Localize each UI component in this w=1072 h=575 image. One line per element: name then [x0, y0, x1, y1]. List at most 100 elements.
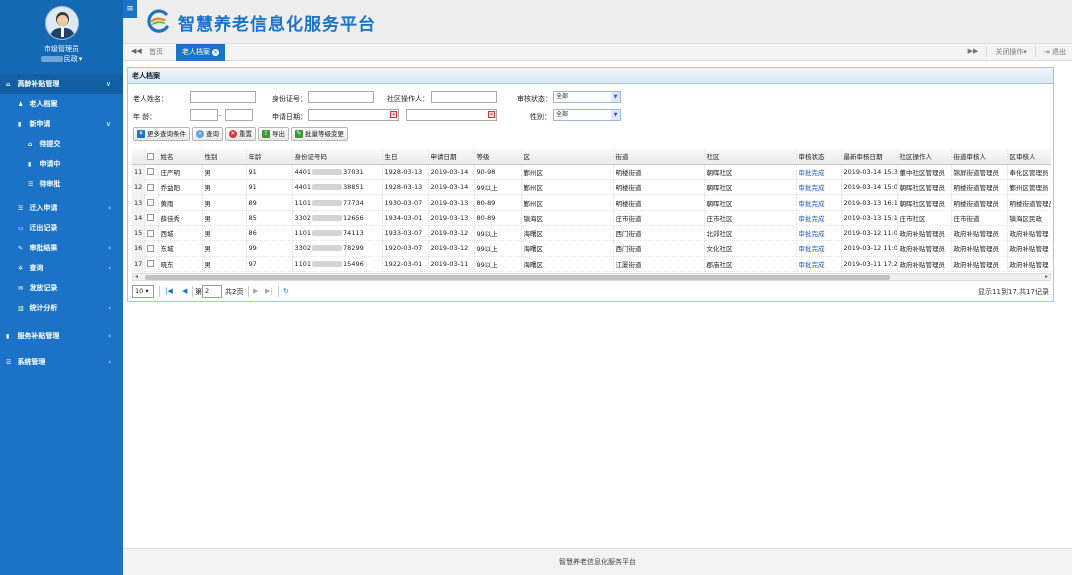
status-link[interactable]: 审批完成 [799, 245, 825, 253]
col-birthday[interactable]: 生日 [382, 149, 429, 165]
cell-status[interactable]: 审批完成 [796, 194, 842, 211]
apply-date-end-input[interactable]: ▪ [406, 109, 497, 121]
page-size-select[interactable]: 10 ▾ [132, 285, 154, 298]
table-row[interactable]: 14 薛佳秀男 85 3302 12656 1934-03-01 2019-03-13 80-… [132, 210, 1051, 226]
close-ops-dropdown[interactable]: 关闭操作▾ [995, 47, 1027, 57]
col-district-reviewer[interactable]: 区审核人 [1007, 149, 1051, 165]
apply-date-start-input[interactable]: ▪ [308, 109, 399, 121]
scroll-right-icon[interactable]: ▸ [1045, 273, 1048, 280]
row-checkbox[interactable] [146, 199, 154, 207]
table-row[interactable]: 16 东城男 99 3302 78299 1920-03-07 2019-03-12 99以上… [132, 240, 1051, 257]
col-community[interactable]: 社区 [704, 149, 797, 165]
select-all-checkbox[interactable] [146, 152, 154, 160]
col-district[interactable]: 区 [521, 149, 614, 165]
more-filters-button[interactable]: ¥ 更多查询条件 [133, 127, 190, 141]
batch-level-change-button[interactable]: ✎ 批量等级变更 [291, 127, 348, 141]
col-apply-date[interactable]: 申请日期 [428, 149, 475, 165]
cell-status[interactable]: 审批完成 [796, 256, 842, 272]
age-max-input[interactable] [225, 109, 253, 121]
cell-status[interactable]: 审批完成 [796, 225, 842, 242]
col-gender[interactable]: 性别 [202, 149, 247, 165]
close-icon[interactable]: × [212, 49, 219, 56]
status-link[interactable]: 审批完成 [799, 261, 825, 269]
cell-status[interactable]: 审批完成 [796, 240, 842, 257]
sidebar-item-pending-approval[interactable]: ☰ 待审批 [0, 174, 123, 194]
query-button[interactable]: ⌕ 查询 [192, 127, 223, 141]
gender-select[interactable]: 全部 ▼ [553, 109, 621, 121]
cell-level: 80-89 [474, 194, 522, 211]
table-row[interactable]: 11 庄严明男 91 4401 37031 1928-03-13 2019-03-14 90-… [132, 164, 1051, 181]
cell-status[interactable]: 审批完成 [796, 210, 842, 226]
sidebar-item-service-subsidy[interactable]: ▮ 服务补贴管理 ‹ [0, 326, 123, 346]
status-link[interactable]: 审批完成 [799, 215, 825, 223]
cell-status[interactable]: 审批完成 [796, 164, 842, 181]
cell-status[interactable]: 审批完成 [796, 179, 842, 196]
col-latest-review[interactable]: 最新审核日期 [841, 149, 898, 165]
sidebar-item-statistics[interactable]: ▥ 统计分析 ‹ [0, 298, 123, 318]
sidebar-item-pending-submit[interactable]: ⌂ 待提交 [0, 134, 123, 154]
scroll-left-icon[interactable]: ◂ [135, 273, 138, 280]
sidebar-item-approval-result[interactable]: ✎ 审批结果 ‹ [0, 238, 123, 258]
status-link[interactable]: 审批完成 [799, 230, 825, 238]
cell-gender: 男 [202, 194, 247, 211]
age-separator: - [219, 112, 222, 120]
calendar-icon[interactable]: ▪ [390, 111, 397, 118]
sidebar-item-query[interactable]: ✲ 查询 ‹ [0, 258, 123, 278]
export-button[interactable]: ⇪ 导出 [258, 127, 289, 141]
user-dept-dropdown[interactable]: 民政 ▾ [0, 54, 123, 64]
row-checkbox[interactable] [146, 183, 154, 191]
name-input[interactable] [190, 91, 256, 103]
status-link[interactable]: 审批完成 [799, 200, 825, 208]
next-page-icon[interactable]: ▶ [253, 287, 258, 295]
last-page-icon[interactable]: ▶| [265, 287, 273, 295]
tab-scroll-right-icon[interactable]: ▶▶ [968, 47, 979, 57]
col-street[interactable]: 街道 [613, 149, 705, 165]
row-checkbox[interactable] [146, 168, 154, 176]
sidebar-item-elderly-subsidy[interactable]: ⌂ 高龄补贴管理 ∨ [0, 74, 123, 94]
sidebar-item-system[interactable]: ☰ 系统管理 ‹ [0, 352, 123, 372]
col-age[interactable]: 年龄 [246, 149, 293, 165]
cell-street-reviewer: 锦屏街道管理员 [951, 164, 1008, 181]
calendar-icon[interactable]: ▪ [488, 111, 495, 118]
row-checkbox[interactable] [146, 244, 154, 252]
first-page-icon[interactable]: |◀ [165, 287, 173, 295]
avatar[interactable] [44, 6, 79, 40]
row-checkbox[interactable] [146, 229, 154, 237]
sidebar-item-payment-records[interactable]: ✉ 发放记录 [0, 278, 123, 298]
status-select[interactable]: 全部 ▼ [553, 91, 621, 103]
col-street-reviewer[interactable]: 街道审核人 [951, 149, 1008, 165]
reset-button[interactable]: ✕ 重置 [225, 127, 256, 141]
cell-birthday: 1920-03-07 [382, 240, 429, 257]
menu-toggle-icon[interactable]: ≡ [123, 0, 137, 18]
status-link[interactable]: 审批完成 [799, 169, 825, 177]
sidebar-item-applying[interactable]: ▮ 申请中 [0, 154, 123, 174]
tab-home[interactable]: 首页 [149, 47, 163, 57]
table-row[interactable]: 13 黄雨男 89 1101 77734 1930-03-07 2019-03-13 80-8… [132, 194, 1051, 211]
table-row[interactable]: 12 乔益阳男 91 4401 38851 1928-03-13 2019-03-14 99以… [132, 179, 1051, 196]
sidebar-item-elderly-archive[interactable]: ♟ 老人档案 [0, 94, 123, 114]
page-number-input[interactable]: 2 [202, 285, 222, 298]
age-min-input[interactable] [190, 109, 218, 121]
horizontal-scrollbar[interactable]: ◂ ▸ [132, 273, 1051, 281]
sidebar-item-move-out[interactable]: ▭ 迁出记录 [0, 218, 123, 238]
id-input[interactable] [308, 91, 374, 103]
tab-scroll-left-icon[interactable]: ◀◀ [131, 47, 142, 55]
col-community-operator[interactable]: 社区操作人 [897, 149, 952, 165]
col-name[interactable]: 姓名 [158, 149, 203, 165]
table-row[interactable]: 17 晓东男 97 1101 15496 1922-03-01 2019-03-11 99以上… [132, 256, 1051, 272]
scroll-thumb[interactable] [145, 275, 890, 280]
status-link[interactable]: 审批完成 [799, 184, 825, 192]
table-row[interactable]: 15 西城男 86 1101 74113 1933-03-07 2019-03-12 99以上… [132, 225, 1051, 242]
col-id[interactable]: 身份证号码 [292, 149, 383, 165]
row-checkbox[interactable] [146, 214, 154, 222]
sidebar-item-move-in[interactable]: ☰ 迁入申请 ‹ [0, 198, 123, 218]
logout-button[interactable]: ⇥ 退出 [1044, 47, 1066, 57]
tab-elderly-archive[interactable]: 老人档案 × [176, 44, 225, 61]
col-status[interactable]: 审核状态 [796, 149, 842, 165]
col-level[interactable]: 等级 [474, 149, 522, 165]
refresh-icon[interactable]: ↻ [283, 287, 289, 295]
prev-page-icon[interactable]: ◀ [182, 287, 187, 295]
row-checkbox[interactable] [146, 260, 154, 268]
sidebar-item-new-application[interactable]: ▮ 新申请 ∨ [0, 114, 123, 134]
operator-input[interactable] [431, 91, 497, 103]
